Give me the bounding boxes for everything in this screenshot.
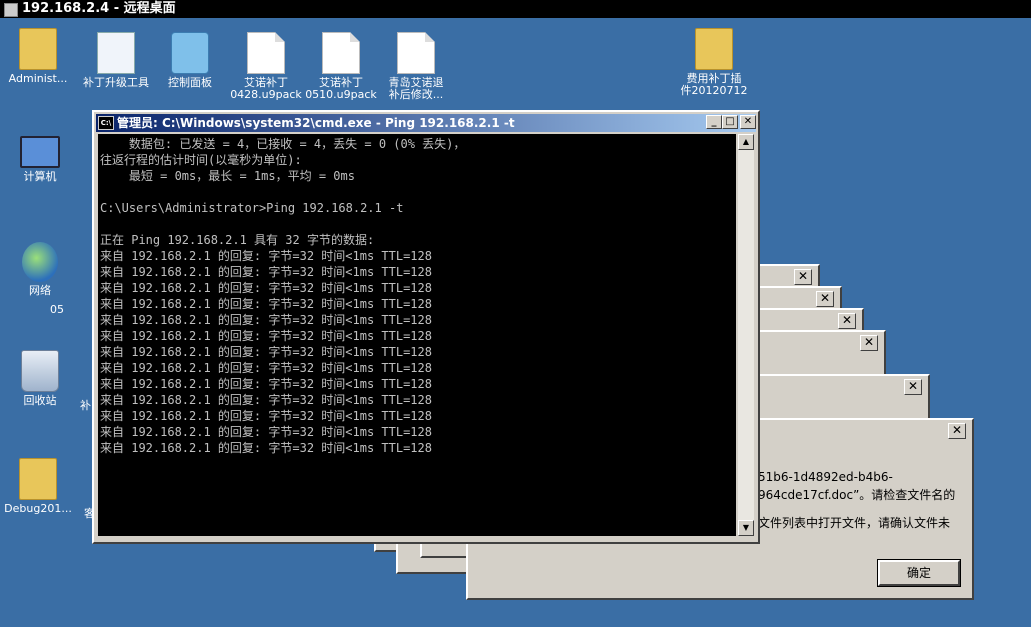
icon-label-line2: 补后修改... (388, 88, 444, 101)
remote-desktop-titlebar[interactable]: 192.168.2.4 - 远程桌面 (0, 0, 1031, 18)
desktop-icon-patch-0428[interactable]: 艾诺补丁 0428.u9pack (230, 32, 302, 101)
remote-desktop-title: 192.168.2.4 - 远程桌面 (22, 1, 176, 16)
file-icon (397, 32, 435, 74)
recycle-bin-icon (21, 350, 59, 392)
icon-label: 补丁升级工具 (83, 76, 149, 89)
network-icon (22, 242, 58, 282)
console-line: 来自 192.168.2.1 的回复: 字节=32 时间<1ms TTL=128 (100, 409, 432, 423)
icon-label: 计算机 (23, 170, 57, 183)
console-line: 来自 192.168.2.1 的回复: 字节=32 时间<1ms TTL=128 (100, 377, 432, 391)
console-line: 来自 192.168.2.1 的回复: 字节=32 时间<1ms TTL=128 (100, 425, 432, 439)
icon-label: 控制面板 (168, 76, 212, 89)
console-line: 来自 192.168.2.1 的回复: 字节=32 时间<1ms TTL=128 (100, 297, 432, 311)
icon-label-line2: 0428.u9pack (230, 88, 302, 101)
desktop-icon-control-panel[interactable]: 控制面板 (154, 32, 226, 89)
cmd-title: 管理员: C:\Windows\system32\cmd.exe - Ping … (117, 116, 515, 130)
tool-shortcut-icon (97, 32, 135, 74)
console-line: 来自 192.168.2.1 的回复: 字节=32 时间<1ms TTL=128 (100, 345, 432, 359)
console-output[interactable]: 数据包: 已发送 = 4，已接收 = 4，丢失 = 0 (0% 丢失)， 往返行程… (98, 134, 736, 536)
desktop-icon-administrator[interactable]: Administ... (2, 28, 74, 85)
file-icon (322, 32, 360, 74)
close-button[interactable]: ✕ (740, 115, 756, 129)
console-line: 来自 192.168.2.1 的回复: 字节=32 时间<1ms TTL=128 (100, 249, 432, 263)
cmd-titlebar[interactable]: C:\ 管理员: C:\Windows\system32\cmd.exe - Pi… (96, 114, 756, 132)
icon-label-line2: 0510.u9pack (305, 88, 377, 101)
ok-button[interactable]: 确定 (877, 559, 961, 587)
icon-label: Debug201... (4, 502, 72, 515)
console-line: 来自 192.168.2.1 的回复: 字节=32 时间<1ms TTL=128 (100, 281, 432, 295)
cmd-window[interactable]: C:\ 管理员: C:\Windows\system32\cmd.exe - Pi… (92, 110, 760, 544)
console-line: 来自 192.168.2.1 的回复: 字节=32 时间<1ms TTL=128 (100, 393, 432, 407)
console-line: 正在 Ping 192.168.2.1 具有 32 字节的数据: (100, 233, 375, 247)
console-line: 数据包: 已发送 = 4，已接收 = 4，丢失 = 0 (0% 丢失)， (100, 137, 466, 151)
desktop-icon-qingdao-patch[interactable]: 青岛艾诺退 补后修改... (380, 32, 452, 101)
maximize-button[interactable]: □ (722, 115, 738, 129)
desktop-icon-network[interactable]: 网络 (4, 242, 76, 297)
file-icon (247, 32, 285, 74)
close-icon[interactable]: ✕ (816, 291, 834, 307)
control-panel-icon (171, 32, 209, 74)
console-line: C:\Users\Administrator>Ping 192.168.2.1 … (100, 201, 404, 215)
scroll-up-arrow-icon[interactable]: ▲ (738, 134, 754, 150)
partial-icon-label: 05 (50, 304, 90, 316)
close-icon[interactable]: ✕ (860, 335, 878, 351)
dialog-message-line1: 51b6-1d4892ed-b4b6- (758, 470, 893, 484)
close-icon[interactable]: ✕ (904, 379, 922, 395)
console-line: 最短 = 0ms，最长 = 1ms，平均 = 0ms (100, 169, 355, 183)
desktop-icon-expense-patch[interactable]: 费用补丁插 件20120712 (678, 28, 750, 97)
console-line: 来自 192.168.2.1 的回复: 字节=32 时间<1ms TTL=128 (100, 441, 432, 455)
desktop-icon-patch-0510[interactable]: 艾诺补丁 0510.u9pack (305, 32, 377, 101)
folder-icon (695, 28, 733, 70)
desktop-icon-patch-tool[interactable]: 补丁升级工具 (80, 32, 152, 89)
icon-label: Administ... (8, 72, 68, 85)
remote-desktop-icon (4, 3, 18, 17)
desktop-icon-debug-folder[interactable]: Debug201... (2, 458, 74, 515)
folder-icon (19, 458, 57, 500)
console-line: 来自 192.168.2.1 的回复: 字节=32 时间<1ms TTL=128 (100, 313, 432, 327)
icon-label: 回收站 (23, 394, 57, 407)
close-icon[interactable]: ✕ (838, 313, 856, 329)
desktop: Administ... 补丁升级工具 控制面板 艾诺补丁 0428.u9pack… (0, 18, 1031, 627)
cmd-icon: C:\ (98, 116, 114, 130)
partial-label: 补 (80, 399, 91, 412)
desktop-icon-computer[interactable]: 计算机 (4, 136, 76, 183)
console-line: 来自 192.168.2.1 的回复: 字节=32 时间<1ms TTL=128 (100, 361, 432, 375)
desktop-icon-recycle-bin[interactable]: 回收站 (4, 350, 76, 407)
console-line: 来自 192.168.2.1 的回复: 字节=32 时间<1ms TTL=128 (100, 265, 432, 279)
user-folder-icon (19, 28, 57, 70)
partial-label: 05 (50, 303, 64, 316)
dialog-message-line3: 文件列表中打开文件，请确认文件未 (758, 516, 951, 530)
close-icon[interactable]: ✕ (794, 269, 812, 285)
close-icon[interactable]: ✕ (948, 423, 966, 439)
minimize-button[interactable]: _ (706, 115, 722, 129)
computer-icon (20, 136, 60, 168)
dialog-message-line2: 964cde17cf.doc”。请检查文件名的 (758, 488, 956, 502)
vertical-scrollbar[interactable]: ▲ ▼ (738, 134, 754, 536)
icon-label: 网络 (29, 284, 51, 297)
console-line: 来自 192.168.2.1 的回复: 字节=32 时间<1ms TTL=128 (100, 329, 432, 343)
scroll-down-arrow-icon[interactable]: ▼ (738, 520, 754, 536)
console-line: 往返行程的估计时间(以毫秒为单位): (100, 153, 302, 167)
icon-label-line2: 件20120712 (680, 84, 748, 97)
